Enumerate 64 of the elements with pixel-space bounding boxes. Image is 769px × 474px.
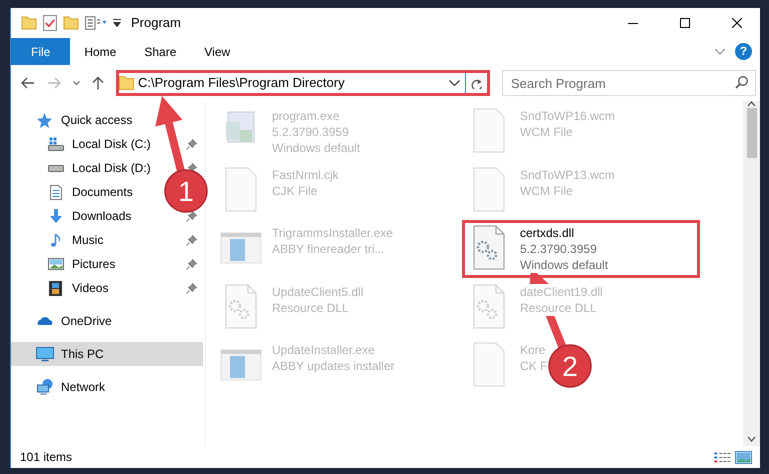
ribbon-tab[interactable]: Share [130,38,190,65]
help-button[interactable]: ? [735,43,752,60]
pin-icon[interactable] [186,282,197,294]
close-icon [732,18,742,28]
dropdown-icon[interactable] [113,19,121,27]
file-detail: Resource DLL [520,300,597,316]
file-item[interactable]: certxds.dll 5.2.3790.3959 Windows default [464,222,698,276]
search-field[interactable]: Search Program [502,70,756,96]
monitor-icon [36,346,54,362]
document-icon [50,184,62,200]
ribbon-tab[interactable]: View [190,38,244,65]
file-name: TrigrammsInstaller.exe [272,225,393,241]
properties-icon[interactable] [85,16,107,30]
folder-icon [119,76,134,90]
address-field[interactable]: C:\Program Files\Program Directory [116,70,490,96]
star-icon [37,112,52,128]
sidebar-item[interactable]: Pictures [11,252,203,276]
up-icon [92,76,104,90]
ribbon-tab[interactable]: Home [70,38,130,65]
file-detail: Windows default [520,257,608,273]
pin-icon[interactable] [186,234,197,246]
sidebar-item[interactable]: Documents [11,180,139,204]
sidebar-item[interactable]: Quick access [11,108,203,132]
cloud-icon [36,317,52,325]
sidebar-item[interactable]: OneDrive [11,309,203,333]
back-icon [21,77,35,89]
scroll-down-icon[interactable] [747,436,756,442]
recent-icon [73,81,80,85]
scroll-up-icon[interactable] [747,101,756,107]
scroll-thumb[interactable] [746,108,756,158]
details-view-icon[interactable] [714,452,731,462]
drive-icon [48,137,64,151]
expand-icon[interactable] [715,48,725,54]
window-title: Program [131,14,181,32]
file-name: UpdateInstaller.exe [272,342,375,358]
item-count: 101 items [20,449,72,466]
file-detail: ABBY updates installer [272,358,395,374]
minimize-icon [628,22,638,24]
film-icon [49,280,62,296]
step-marker: 2 [548,344,592,388]
refresh-icon[interactable] [471,78,482,88]
forward-icon [47,77,61,89]
music-note-icon [51,232,60,248]
sidebar-item[interactable]: Network [11,375,203,399]
scrollbar[interactable] [743,101,760,446]
sidebar-item[interactable]: Music [11,228,203,252]
file-name: dateClient19.dll [520,284,603,300]
search-icon [735,76,748,89]
pin-icon[interactable] [186,258,197,270]
ribbon-tab[interactable]: File [11,38,70,65]
network-icon [36,379,52,395]
pin-icon[interactable] [186,138,197,150]
sidebar-item[interactable]: Local Disk (C:) [11,132,203,156]
large-icons-view-icon[interactable] [735,450,752,464]
dropdown-icon[interactable] [449,80,460,86]
maximize-icon [680,18,690,28]
drive-icon [48,164,64,172]
download-icon [50,209,62,223]
sidebar-item[interactable]: This PC [11,342,203,366]
checklist-icon[interactable] [43,15,57,31]
step-marker: 1 [164,169,208,213]
pin-icon[interactable] [186,210,197,222]
picture-icon [48,258,64,270]
sidebar-item[interactable]: Videos [11,276,203,300]
